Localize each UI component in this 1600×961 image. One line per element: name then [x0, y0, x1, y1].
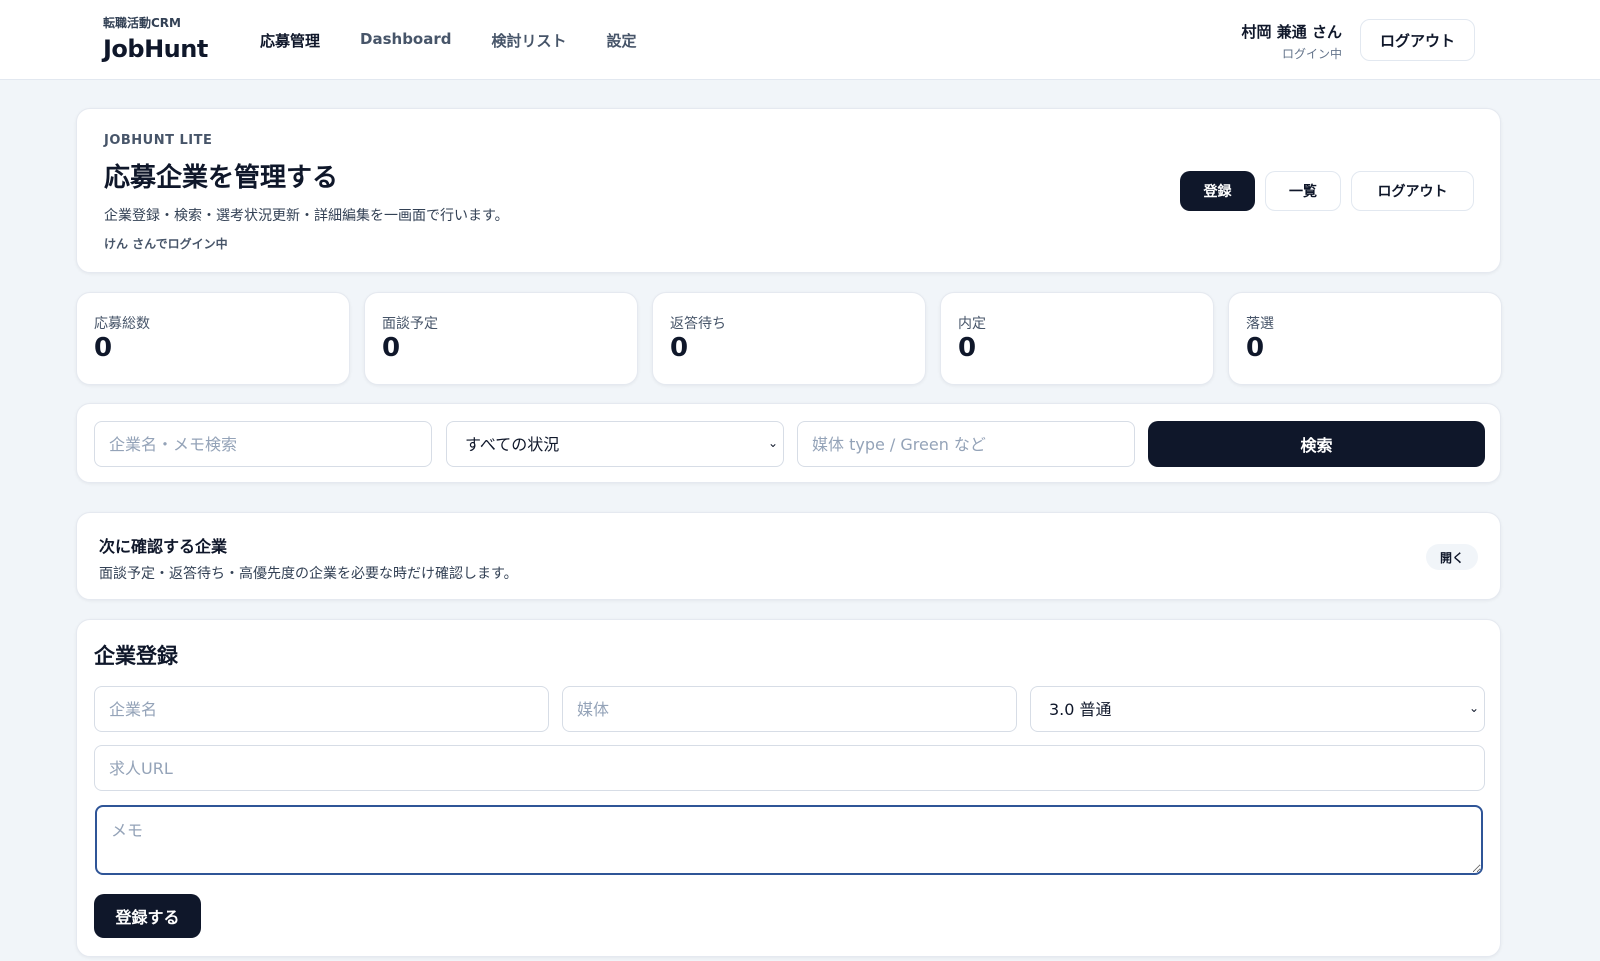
- stat-card-total: 応募総数 0: [76, 292, 350, 385]
- stat-value: 0: [382, 333, 401, 363]
- priority-select-wrap: 3.0 普通 ⌄: [1030, 686, 1485, 732]
- hero-description: 企業登録・検索・選考状況更新・詳細編集を一画面で行います。: [104, 208, 509, 224]
- company-register-panel: 企業登録 3.0 普通 ⌄ 登録する: [76, 619, 1501, 957]
- stat-value: 0: [94, 333, 113, 363]
- stat-value: 0: [670, 333, 689, 363]
- priority-select[interactable]: 3.0 普通: [1030, 686, 1485, 732]
- nav-item-dashboard[interactable]: Dashboard: [360, 30, 451, 51]
- nav-item-settings[interactable]: 設定: [607, 30, 637, 51]
- stat-label: 落選: [1246, 316, 1274, 332]
- header-logout-button[interactable]: ログアウト: [1360, 19, 1475, 61]
- stat-label: 応募総数: [94, 316, 150, 332]
- brand-subtitle: 転職活動CRM: [103, 16, 181, 30]
- search-button[interactable]: 検索: [1148, 421, 1485, 467]
- stat-value: 0: [1246, 333, 1265, 363]
- stat-card-offer: 内定 0: [940, 292, 1214, 385]
- memo-textarea[interactable]: [95, 805, 1483, 875]
- brand[interactable]: 転職活動CRM JobHunt: [103, 14, 208, 63]
- search-panel: すべての状況 ⌄ 検索: [76, 403, 1501, 483]
- stat-label: 面談予定: [382, 316, 438, 332]
- login-note: けん さんでログイン中: [104, 237, 228, 251]
- hero-actions: 登録 一覧 ログアウト: [1180, 171, 1474, 211]
- page-title: 応募企業を管理する: [104, 163, 339, 193]
- submit-register-button[interactable]: 登録する: [94, 894, 201, 938]
- keyword-search-input[interactable]: [94, 421, 432, 467]
- hero-logout-button[interactable]: ログアウト: [1351, 171, 1474, 211]
- stat-value: 0: [958, 333, 977, 363]
- stat-label: 返答待ち: [670, 316, 726, 332]
- hero-card: JOBHUNT LITE 応募企業を管理する 企業登録・検索・選考状況更新・詳細…: [76, 108, 1501, 273]
- next-check-description: 面談予定・返答待ち・高優先度の企業を必要な時だけ確認します。: [99, 566, 518, 582]
- next-check-title: 次に確認する企業: [99, 537, 228, 556]
- user-info: 村岡 兼通 さん ログイン中: [1242, 21, 1342, 62]
- brand-logo-text: JobHunt: [103, 35, 208, 63]
- list-button[interactable]: 一覧: [1265, 171, 1341, 211]
- media-input[interactable]: [562, 686, 1017, 732]
- open-button[interactable]: 開く: [1426, 544, 1478, 570]
- stat-card-waiting: 返答待ち 0: [652, 292, 926, 385]
- company-name-input[interactable]: [94, 686, 549, 732]
- user-login-status: ログイン中: [1281, 47, 1342, 61]
- stat-label: 内定: [958, 316, 986, 332]
- nav-item-watchlist[interactable]: 検討リスト: [492, 30, 567, 51]
- status-select-wrap: すべての状況 ⌄: [446, 421, 784, 467]
- stat-card-rejected: 落選 0: [1228, 292, 1502, 385]
- main-nav: 応募管理 Dashboard 検討リスト 設定: [260, 30, 637, 51]
- register-title: 企業登録: [94, 644, 178, 668]
- hero-eyebrow: JOBHUNT LITE: [104, 133, 213, 148]
- next-check-panel: 次に確認する企業 面談予定・返答待ち・高優先度の企業を必要な時だけ確認します。 …: [76, 512, 1501, 600]
- stat-card-interview: 面談予定 0: [364, 292, 638, 385]
- user-name: 村岡 兼通 さん: [1241, 23, 1342, 41]
- status-select[interactable]: すべての状況: [446, 421, 784, 467]
- media-search-input[interactable]: [797, 421, 1135, 467]
- job-url-input[interactable]: [94, 745, 1485, 791]
- nav-item-applications[interactable]: 応募管理: [260, 30, 320, 51]
- register-button[interactable]: 登録: [1180, 171, 1255, 211]
- top-navigation-bar: 転職活動CRM JobHunt 応募管理 Dashboard 検討リスト 設定 …: [0, 0, 1600, 80]
